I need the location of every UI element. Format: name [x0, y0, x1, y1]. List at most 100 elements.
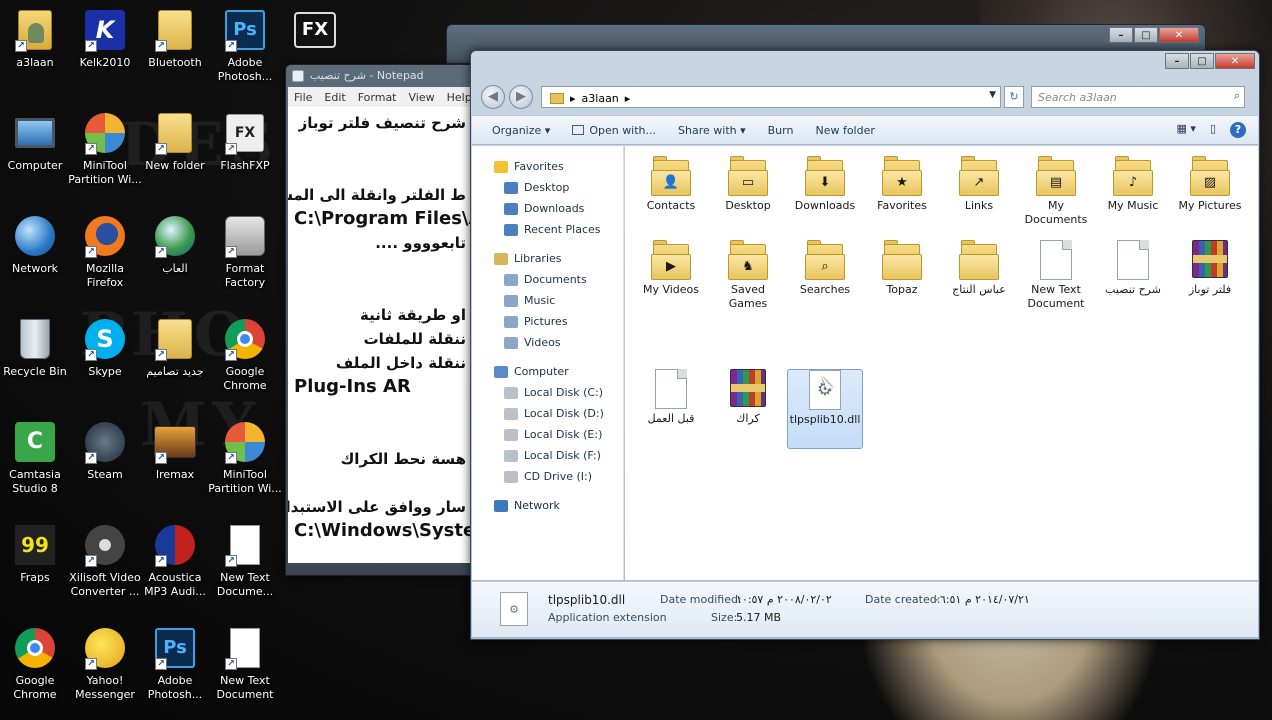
folder-item[interactable]: Topaz	[864, 240, 940, 320]
nav-item-drive[interactable]: Local Disk (F:)	[472, 445, 623, 466]
desktop-icon[interactable]: ↗ MiniTool Partition Wi...	[208, 420, 282, 514]
desktop-icon[interactable]: ↗ New folder	[140, 111, 210, 205]
desktop-icon[interactable]: ↗ Iremax	[140, 420, 210, 514]
maximize-icon[interactable]: □	[1134, 27, 1158, 43]
nav-favorites[interactable]: Favorites	[472, 156, 623, 177]
organize-button[interactable]: Organize ▾	[492, 124, 550, 137]
chevron-down-icon[interactable]: ▼	[989, 90, 996, 100]
desktop-icon[interactable]: Computer	[0, 111, 70, 205]
folder-icon: ⌕	[805, 240, 845, 280]
desktop-icon[interactable]: ↗ Mozilla Firefox	[70, 214, 140, 308]
explorer-window[interactable]: – □ ✕ ◀ ▶ ▸ a3laan ▸ ▼ ↻ Search a3laan ⌕…	[470, 50, 1260, 640]
minimize-icon[interactable]: –	[1109, 27, 1133, 43]
nav-item-drive[interactable]: Local Disk (D:)	[472, 403, 623, 424]
nav-computer[interactable]: Computer	[472, 361, 623, 382]
nav-libraries[interactable]: Libraries	[472, 248, 623, 269]
desktop-icon[interactable]: ↗ MiniTool Partition Wi...	[68, 111, 142, 205]
minitool-icon: ↗	[223, 420, 267, 464]
desktop-icon[interactable]: ↗ Xilisoft Video Converter ...	[69, 523, 141, 617]
search-input[interactable]: Search a3laan ⌕	[1031, 86, 1245, 108]
back-button[interactable]: ◀	[481, 85, 505, 109]
folder-item[interactable]: ▨ My Pictures	[1172, 156, 1248, 236]
nav-item-library[interactable]: Pictures	[472, 311, 623, 332]
menu-help[interactable]: Help	[447, 91, 472, 104]
address-bar[interactable]: ▸ a3laan ▸ ▼	[541, 86, 1001, 108]
folder-item[interactable]: ♪ My Music	[1095, 156, 1171, 236]
desktop-icon[interactable]: Recycle Bin	[0, 317, 70, 411]
desktop-icon[interactable]: ↗ New Text Docume...	[210, 523, 280, 617]
notepad-text-area[interactable]: شرح تنصيف فلتر توباز ط الفلتر وانقلة الى…	[288, 107, 472, 563]
desktop-icon[interactable]: Network	[0, 214, 70, 308]
desktop-icon[interactable]: ↗ Acoustica MP3 Audi...	[140, 523, 210, 617]
folder-item[interactable]: ♞ Saved Games	[710, 240, 786, 320]
file-item[interactable]: قبل العمل	[633, 369, 709, 449]
menu-view[interactable]: View	[409, 91, 435, 104]
desktop-icon[interactable]: ↗ جديد تصاميم	[140, 317, 210, 411]
share-with-button[interactable]: Share with ▾	[678, 124, 746, 137]
view-options-icon[interactable]: ▦ ▾	[1177, 122, 1196, 138]
file-item[interactable]: New Text Document	[1018, 240, 1094, 320]
preview-pane-icon[interactable]: ▯	[1210, 122, 1216, 138]
close-icon[interactable]: ✕	[1159, 27, 1199, 43]
desktop-icon[interactable]: S ↗ Skype	[70, 317, 140, 411]
desktop-icon[interactable]: C Camtasia Studio 8	[0, 420, 70, 514]
nav-item-drive[interactable]: Local Disk (E:)	[472, 424, 623, 445]
desktop-icon[interactable]: K ↗ Kelk2010	[70, 8, 140, 102]
nav-item-drive[interactable]: CD Drive (I:)	[472, 466, 623, 487]
desktop-icon[interactable]: ↗ العاب	[140, 214, 210, 308]
desktop-icon[interactable]: ↗ Steam	[70, 420, 140, 514]
help-icon[interactable]: ?	[1230, 122, 1246, 138]
desktop-icon[interactable]: ↗ Google Chrome	[210, 317, 280, 411]
folder-item[interactable]: ▤ My Documents	[1018, 156, 1094, 236]
close-icon[interactable]: ✕	[1215, 53, 1255, 69]
folder-item[interactable]: ⌕ Searches	[787, 240, 863, 320]
nav-item-library[interactable]: Music	[472, 290, 623, 311]
desktop-icon[interactable]: ↗ Bluetooth	[140, 8, 210, 102]
open-with-button[interactable]: Open with...	[572, 124, 656, 137]
folder-item[interactable]: ↗ Links	[941, 156, 1017, 236]
address-arrow[interactable]: ▸	[570, 92, 576, 105]
desktop-icon[interactable]: ↗ Format Factory	[210, 214, 280, 308]
folder-icon: ▤	[1036, 156, 1076, 196]
search-icon[interactable]: ⌕	[1234, 89, 1240, 103]
desktop-icon[interactable]: Ps ↗ Adobe Photosh...	[140, 626, 210, 720]
nav-item-favorite[interactable]: Downloads	[472, 198, 623, 219]
file-item[interactable]: شرح تنصيب	[1095, 240, 1171, 320]
folder-item[interactable]: ⬇ Downloads	[787, 156, 863, 236]
folder-item[interactable]: 👤 Contacts	[633, 156, 709, 236]
desktop-icon[interactable]: Ps ↗ Adobe Photosh...	[210, 8, 280, 102]
nav-item-favorite[interactable]: Desktop	[472, 177, 623, 198]
notepad-window[interactable]: شرح تنصيب - Notepad File Edit Format Vie…	[285, 64, 475, 576]
minimize-icon[interactable]: –	[1165, 53, 1189, 69]
nav-item-favorite-icon	[504, 223, 518, 236]
forward-button[interactable]: ▶	[509, 85, 533, 109]
refresh-icon[interactable]: ↻	[1004, 86, 1024, 108]
nav-item-drive[interactable]: Local Disk (C:)	[472, 382, 623, 403]
nav-item-favorite[interactable]: Recent Places	[472, 219, 623, 240]
file-item[interactable]: كراك	[710, 369, 786, 449]
desktop-icon[interactable]: FX ↗ FlashFXP	[210, 111, 280, 205]
address-sep[interactable]: ▸	[625, 92, 631, 105]
nav-network[interactable]: Network	[472, 495, 623, 516]
burn-button[interactable]: Burn	[768, 124, 794, 137]
nav-item-library[interactable]: Videos	[472, 332, 623, 353]
desktop-icon[interactable]: ↗ Yahoo! Messenger	[70, 626, 140, 720]
desktop-icon[interactable]: 99 Fraps	[0, 523, 70, 617]
file-item[interactable]: فلتر توباز	[1172, 240, 1248, 320]
desktop-icon[interactable]: Google Chrome	[0, 626, 70, 720]
folder-item[interactable]: ▶ My Videos	[633, 240, 709, 320]
desktop-icon[interactable]: ↗ New Text Document	[210, 626, 280, 720]
notepad-titlebar[interactable]: شرح تنصيب - Notepad	[286, 65, 474, 87]
address-path[interactable]: a3laan	[582, 92, 619, 105]
menu-format[interactable]: Format	[358, 91, 397, 104]
menu-file[interactable]: File	[294, 91, 312, 104]
new-folder-button[interactable]: New folder	[815, 124, 874, 137]
folder-item[interactable]: ▭ Desktop	[710, 156, 786, 236]
folder-item[interactable]: ★ Favorites	[864, 156, 940, 236]
folder-item[interactable]: عباس النتاج	[941, 240, 1017, 320]
desktop-icon[interactable]: ↗ a3laan	[0, 8, 70, 102]
nav-item-library[interactable]: Documents	[472, 269, 623, 290]
menu-edit[interactable]: Edit	[324, 91, 345, 104]
notepad-line	[294, 135, 466, 159]
maximize-icon[interactable]: □	[1190, 53, 1214, 69]
